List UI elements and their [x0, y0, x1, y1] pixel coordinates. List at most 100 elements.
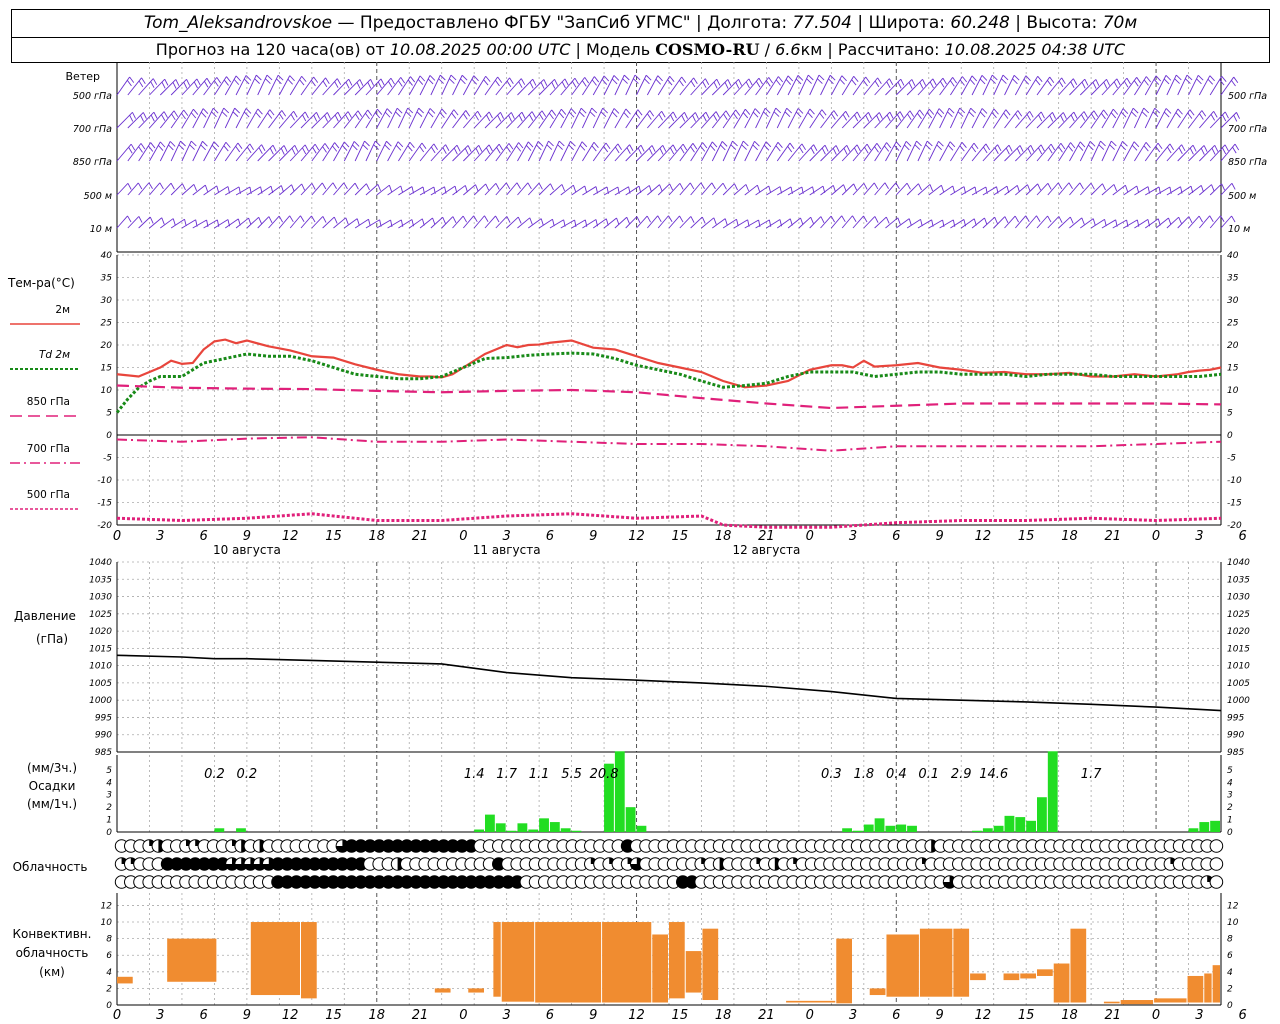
- wind-barb-feather: [724, 218, 728, 226]
- temp-legend-label: 850 гПа: [27, 396, 70, 408]
- temp-xtick: 12: [975, 529, 992, 544]
- wind-barb-feather: [655, 78, 661, 85]
- wind-barb-feather: [938, 140, 944, 147]
- wind-barb-feather: [778, 76, 784, 83]
- wind-barb-feather: [721, 141, 728, 147]
- wind-barb-feather: [336, 78, 342, 85]
- wind-barb-feather: [817, 78, 823, 84]
- wind-barb-feather: [500, 112, 504, 119]
- wind-barb-feather: [835, 145, 840, 152]
- wind-barb-feather: [784, 111, 791, 117]
- wind-barb-feather: [149, 216, 154, 224]
- cloud-symbol: [1209, 875, 1224, 889]
- wind-barb-feather: [311, 183, 316, 190]
- wind-barb-feather: [429, 108, 436, 114]
- temp-xtick: 18: [368, 529, 385, 544]
- wind-barb-feather: [1093, 110, 1099, 117]
- wind-barb-feather: [516, 182, 521, 189]
- convective-bar: [117, 976, 133, 984]
- wind-barb: [614, 108, 627, 129]
- wind-barb-feather: [833, 110, 839, 117]
- wind-barb-feather: [1102, 183, 1106, 191]
- wind-barb: [235, 186, 251, 196]
- precip-bar: [528, 829, 539, 832]
- wind-barb-feather: [734, 183, 738, 191]
- convective-bar: [1120, 1000, 1154, 1005]
- wind-barb-feather: [693, 77, 698, 85]
- wind-barb-feather: [321, 182, 327, 190]
- precip-amount-label: 0.2: [237, 767, 258, 782]
- wind-barb-feather: [150, 81, 155, 88]
- wind-barb-feather: [971, 75, 978, 82]
- wind-barb-feather: [202, 108, 209, 115]
- wind-barb-feather: [1068, 145, 1074, 152]
- wind-barb: [343, 182, 356, 196]
- wind-barb-feather: [648, 148, 653, 155]
- wind-barb: [225, 186, 240, 196]
- conv-ytick-right: 12: [1227, 901, 1239, 911]
- convective-bar: [970, 973, 986, 981]
- wind-barb-feather: [290, 114, 295, 121]
- wind-barb-feather: [754, 140, 760, 147]
- wind-barb-feather: [591, 107, 598, 114]
- convective-bar: [1037, 969, 1053, 976]
- temp-ytick-right: 0: [1227, 431, 1233, 441]
- wind-barb-feather: [1048, 146, 1053, 154]
- conv-ytick-left: 8: [106, 935, 112, 945]
- temp-ytick-left: 20: [101, 341, 113, 351]
- wind-barb-feather: [266, 74, 273, 81]
- wind-barb-feather: [1175, 112, 1181, 119]
- wind-barb-feather: [1058, 80, 1064, 88]
- conv-xtick: 12: [975, 1008, 992, 1023]
- conv-xtick: 21: [758, 1008, 775, 1023]
- wind-barb: [365, 219, 380, 229]
- wind-barb-feather: [809, 108, 815, 115]
- wind-barb-feather: [936, 144, 942, 151]
- wind-barb-feather: [193, 184, 198, 192]
- wind-barb-feather: [1068, 182, 1073, 189]
- wind-barb-feather: [754, 108, 761, 115]
- wind-barb-feather: [681, 76, 687, 83]
- wind-barb-feather: [419, 146, 425, 153]
- wind-barb-feather: [1049, 115, 1054, 122]
- wind-barb: [560, 219, 575, 229]
- wind-barb-feather: [1165, 108, 1172, 114]
- wind-barb-feather: [1027, 184, 1031, 192]
- wind-barb-feather: [821, 109, 827, 116]
- wind-barb: [1090, 218, 1105, 229]
- wind-barb-feather: [680, 146, 685, 154]
- wind-barb-feather: [775, 107, 782, 114]
- wind-barb-feather: [1090, 182, 1095, 190]
- convective-bar: [468, 988, 484, 993]
- wind-barb-feather: [302, 147, 307, 155]
- wind-barb-feather: [127, 215, 132, 223]
- wind-barb-feather: [832, 185, 836, 193]
- wind-barb-feather: [806, 78, 812, 84]
- precip-amount-label: 1.4: [464, 767, 485, 782]
- precip-unit-bottom: (мм/1ч.): [27, 797, 77, 811]
- wind-barb-feather: [164, 78, 169, 86]
- wind-barb-feather: [529, 114, 534, 121]
- precip-ylabel: Осадки: [29, 779, 76, 793]
- wind-barb: [430, 108, 443, 129]
- wind-barb-feather: [539, 113, 544, 121]
- wind-barb: [1144, 75, 1157, 96]
- wind-barb-feather: [897, 114, 902, 121]
- wind-barb-feather: [1186, 74, 1193, 81]
- wind-barb-feather: [777, 142, 783, 148]
- wind-barb-feather: [474, 114, 479, 121]
- wind-barb-feather: [451, 112, 457, 119]
- wind-barb-feather: [1050, 143, 1056, 151]
- temp-xtick: 9: [243, 529, 251, 544]
- wind-level-label: 500 гПа: [73, 91, 112, 102]
- wind-barb-feather: [926, 112, 933, 119]
- pres-ytick-left: 1035: [89, 575, 112, 585]
- convective-bar: [1070, 928, 1087, 1003]
- wind-barb: [744, 219, 759, 229]
- wind-barb-feather: [645, 74, 652, 81]
- precip-amount-label: 1.1: [529, 767, 550, 782]
- wind-barb: [452, 215, 464, 229]
- wind-barb-feather: [1004, 216, 1009, 223]
- meteogram: Ветер 500 гПа 500 гПа 700 гПа 700 гПа 850 гПа…: [7, 62, 1267, 1023]
- wind-barb-feather: [644, 78, 650, 85]
